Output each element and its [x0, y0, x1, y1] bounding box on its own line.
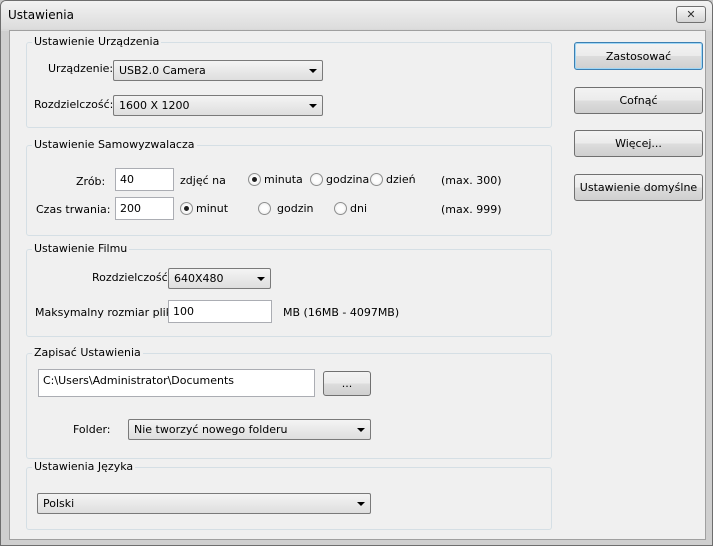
chevron-down-icon [357, 428, 365, 432]
close-button[interactable]: ✕ [676, 6, 706, 23]
duration-max-label: (max. 999) [441, 203, 502, 216]
shots-unit-label: zdjęć na [180, 174, 226, 187]
radio-duration-hours[interactable]: godzin [258, 202, 314, 215]
timer-group: Ustawienie Samowyzwalacza Zrób: 40 zdjęć… [26, 138, 552, 236]
apply-button-label: Zastosować [605, 49, 672, 63]
language-select-value: Polski [43, 497, 75, 510]
cancel-button[interactable]: Cofnąć [574, 87, 703, 114]
chevron-down-icon [257, 277, 265, 281]
save-group: Zapisać Ustawienia C:\Users\Administrato… [26, 346, 552, 459]
more-button-label: Więcej... [615, 137, 662, 150]
save-path-value: C:\Users\Administrator\Documents [43, 374, 235, 387]
dialog-client: Ustawienie Urządzenia Urządzenie: USB2.0… [9, 30, 706, 540]
device-select[interactable]: USB2.0 Camera [113, 60, 323, 81]
save-path-input[interactable]: C:\Users\Administrator\Documents [38, 369, 315, 397]
timer-group-title: Ustawienie Samowyzwalacza [32, 138, 197, 151]
movie-resolution-label: Rozdzielczość: [92, 271, 172, 284]
duration-input-value: 200 [120, 202, 141, 215]
movie-group-title: Ustawienie Filmu [32, 242, 130, 255]
browse-button[interactable]: ... [323, 371, 371, 396]
language-select[interactable]: Polski [37, 493, 371, 514]
window-title: Ustawienia [8, 8, 74, 22]
save-group-title: Zapisać Ustawienia [32, 346, 143, 359]
radio-duration-days-label: dni [350, 202, 368, 215]
radio-duration-hours-label: godzin [277, 202, 314, 215]
folder-label: Folder: [73, 423, 111, 436]
shots-input[interactable]: 40 [115, 168, 174, 191]
radio-checked-icon [180, 202, 193, 215]
radio-unchecked-icon [258, 202, 271, 215]
chevron-down-icon [357, 502, 365, 506]
radio-per-day-label: dzień [386, 173, 416, 186]
device-label: Urządzenie: [48, 62, 114, 75]
radio-per-minute[interactable]: minuta [248, 173, 303, 186]
shots-max-label: (max. 300) [441, 174, 502, 187]
device-resolution-select[interactable]: 1600 X 1200 [113, 95, 323, 116]
radio-duration-days[interactable]: dni [334, 202, 367, 215]
device-resolution-label: Rozdzielczość: [34, 98, 114, 111]
apply-button[interactable]: Zastosować [574, 42, 703, 70]
device-group: Ustawienie Urządzenia Urządzenie: USB2.0… [26, 35, 552, 128]
radio-per-hour-label: godzina [326, 173, 370, 186]
duration-label: Czas trwania: [36, 203, 111, 216]
chevron-down-icon [309, 104, 317, 108]
maxsize-input-value: 100 [173, 305, 194, 318]
duration-input[interactable]: 200 [115, 197, 174, 220]
movie-group: Ustawienie Filmu Rozdzielczość: 640X480 … [26, 242, 552, 337]
device-select-value: USB2.0 Camera [119, 64, 206, 77]
device-group-title: Ustawienie Urządzenia [32, 35, 162, 48]
radio-duration-minutes-label: minut [196, 202, 229, 215]
settings-window: Ustawienia ✕ Ustawienie Urządzenia Urząd… [0, 0, 713, 546]
radio-unchecked-icon [310, 173, 323, 186]
more-button[interactable]: Więcej... [574, 130, 703, 157]
folder-select-value: Nie tworzyć nowego folderu [134, 423, 288, 436]
radio-duration-minutes[interactable]: minut [180, 202, 228, 215]
radio-unchecked-icon [370, 173, 383, 186]
device-resolution-value: 1600 X 1200 [119, 99, 190, 112]
title-bar[interactable]: Ustawienia ✕ [1, 1, 712, 29]
shots-label: Zrób: [76, 175, 106, 188]
radio-per-hour[interactable]: godzina [310, 173, 369, 186]
language-group-title: Ustawienia Języka [32, 460, 136, 473]
language-group: Ustawienia Języka Polski [26, 460, 552, 530]
defaults-button[interactable]: Ustawienie domyślne [574, 174, 703, 201]
folder-select[interactable]: Nie tworzyć nowego folderu [128, 419, 371, 440]
chevron-down-icon [309, 69, 317, 73]
movie-resolution-value: 640X480 [174, 272, 224, 285]
shots-input-value: 40 [120, 173, 134, 186]
maxsize-label: Maksymalny rozmiar pliku: [35, 306, 183, 319]
radio-checked-icon [248, 173, 261, 186]
maxsize-range-label: MB (16MB - 4097MB) [283, 306, 400, 319]
close-icon: ✕ [686, 8, 696, 21]
defaults-button-label: Ustawienie domyślne [579, 181, 698, 194]
cancel-button-label: Cofnąć [619, 94, 658, 107]
maxsize-input[interactable]: 100 [168, 300, 272, 323]
browse-button-label: ... [341, 377, 353, 390]
radio-per-day[interactable]: dzień [370, 173, 416, 186]
radio-per-minute-label: minuta [264, 173, 303, 186]
radio-unchecked-icon [334, 202, 347, 215]
movie-resolution-select[interactable]: 640X480 [168, 268, 271, 289]
